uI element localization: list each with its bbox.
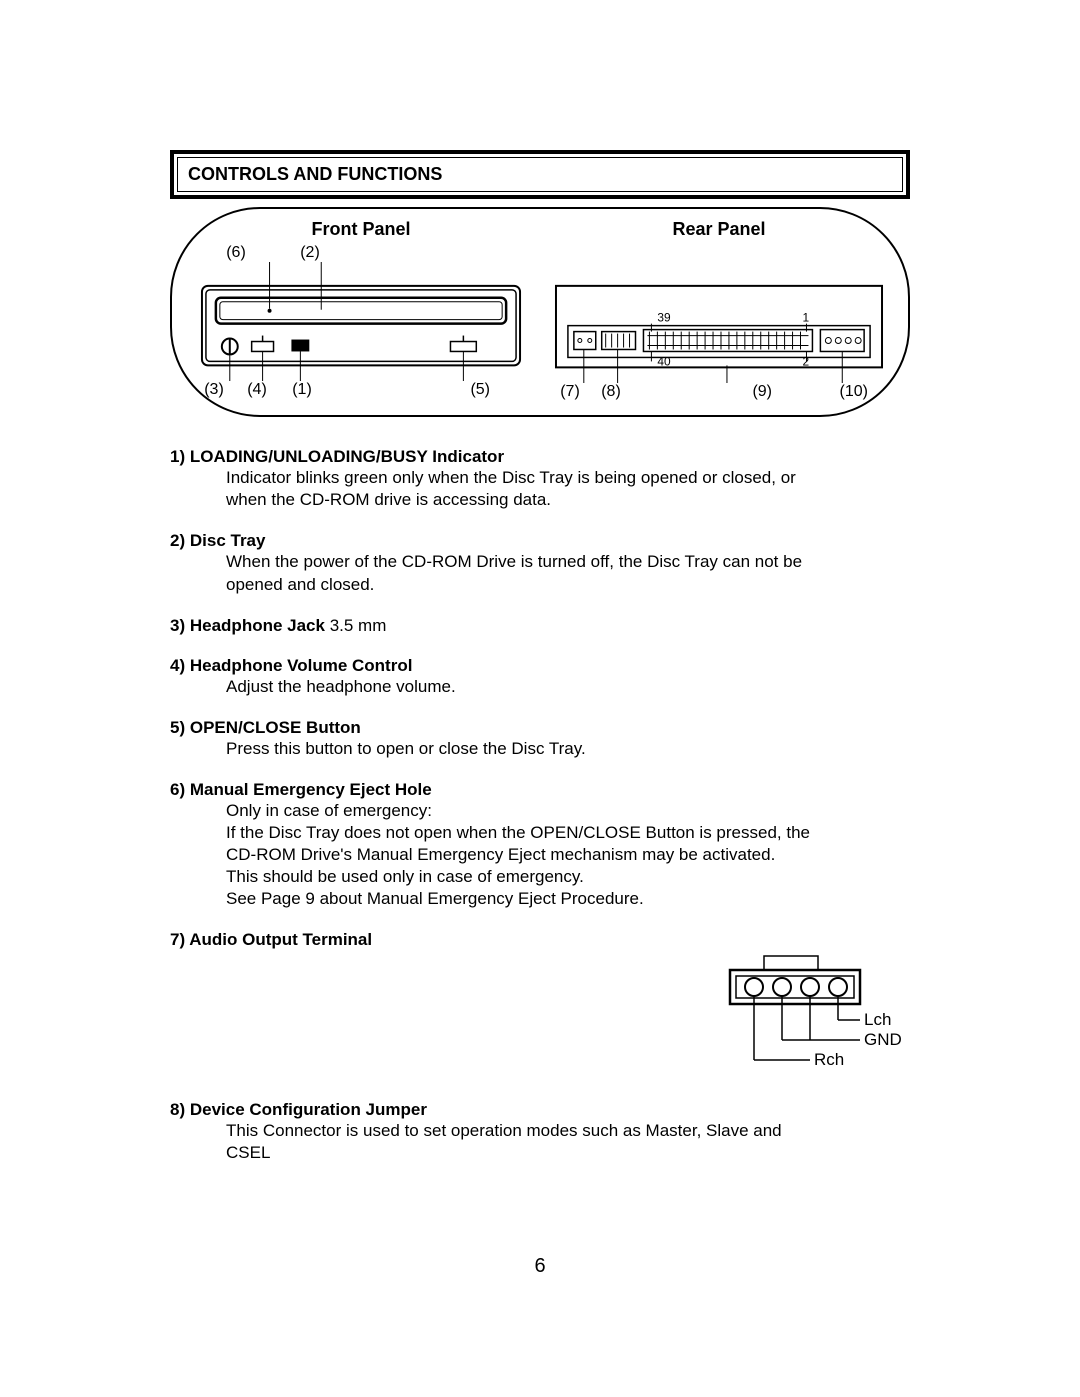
front-bottom-callouts: (3) (4) (1) (5) — [192, 381, 530, 399]
rear-bottom-callouts: (7) (8) (9) (10) — [550, 383, 888, 401]
callout-1: (1) — [278, 381, 326, 399]
rear-panel-title: Rear Panel — [550, 219, 888, 240]
pin-2: 2 — [802, 354, 809, 368]
callout-8: (8) — [590, 383, 632, 401]
section-header: CONTROLS AND FUNCTIONS — [170, 150, 910, 199]
item-8: 8) Device Configuration Jumper This Conn… — [170, 1100, 910, 1164]
front-top-callouts: (6) (2) — [192, 244, 530, 262]
pin-1: 1 — [802, 311, 809, 325]
item-2: 2) Disc Tray When the power of the CD-RO… — [170, 531, 910, 595]
section-title: CONTROLS AND FUNCTIONS — [177, 157, 903, 192]
callout-5: (5) — [326, 381, 530, 399]
panels-container: Front Panel (6) (2) — [170, 207, 910, 417]
item-3: 3) Headphone Jack 3.5 mm — [170, 616, 910, 636]
audio-lch: Lch — [864, 1010, 891, 1029]
item-list: 1) LOADING/UNLOADING/BUSY Indicator Indi… — [170, 447, 910, 1164]
audio-gnd: GND — [864, 1030, 902, 1049]
page-number: 6 — [170, 1255, 910, 1278]
front-panel-diagram — [192, 262, 530, 381]
rear-panel-diagram: 39 1 40 2 — [550, 264, 888, 383]
callout-10: (10) — [772, 383, 888, 401]
front-panel-title: Front Panel — [192, 219, 530, 240]
callout-3: (3) — [192, 381, 236, 399]
callout-4: (4) — [236, 381, 278, 399]
callout-6: (6) — [192, 244, 280, 262]
callout-7: (7) — [550, 383, 590, 401]
pin-39: 39 — [657, 311, 671, 325]
item-7: 7) Audio Output Terminal — [170, 930, 910, 1080]
pin-40: 40 — [657, 354, 671, 368]
item-1: 1) LOADING/UNLOADING/BUSY Indicator Indi… — [170, 447, 910, 511]
item-5: 5) OPEN/CLOSE Button Press this button t… — [170, 718, 910, 760]
item-6: 6) Manual Emergency Eject Hole Only in c… — [170, 780, 910, 910]
front-panel-block: Front Panel (6) (2) — [192, 219, 530, 401]
audio-rch: Rch — [814, 1050, 844, 1069]
audio-terminal-diagram: Lch GND Rch — [710, 950, 910, 1080]
callout-9: (9) — [632, 383, 772, 401]
rear-panel-block: Rear Panel — [550, 219, 888, 401]
item-4: 4) Headphone Volume Control Adjust the h… — [170, 656, 910, 698]
callout-2: (2) — [280, 244, 340, 262]
